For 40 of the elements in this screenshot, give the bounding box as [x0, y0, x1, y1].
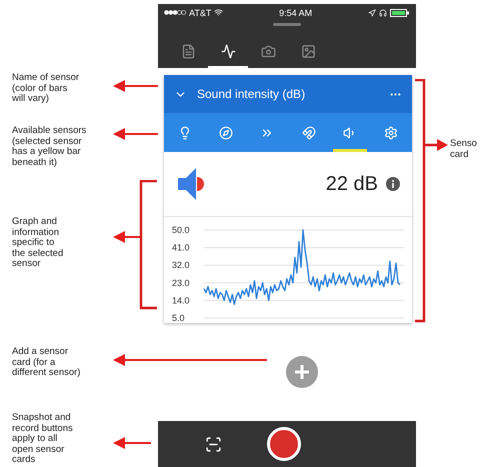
speaker-icon — [176, 167, 206, 201]
axis-label: 14.0 — [172, 295, 190, 306]
drag-handle[interactable] — [273, 23, 301, 26]
plus-icon — [294, 364, 310, 380]
headphones-icon — [379, 8, 387, 16]
scan-icon — [205, 436, 222, 452]
arrow — [113, 231, 141, 243]
notes-icon — [180, 44, 196, 58]
arrow — [113, 128, 158, 140]
settings-icon — [384, 126, 398, 140]
wave-icon — [220, 44, 236, 58]
sensor-title: Sound intensity (dB) — [197, 87, 306, 101]
annotation-text: Name of sensor (color of bars will vary) — [12, 73, 80, 105]
arrow — [113, 80, 158, 92]
carrier-name: AT&T — [189, 8, 212, 18]
axis-label: 41.0 — [172, 242, 190, 253]
camera-icon — [260, 44, 276, 58]
info-icon[interactable] — [386, 177, 400, 191]
location-icon — [368, 8, 376, 16]
annotation-text: Senso card — [450, 139, 477, 160]
battery-icon — [390, 8, 410, 16]
axis-label: 23.0 — [172, 278, 190, 288]
add-button[interactable] — [286, 356, 318, 388]
annotation-text: Snapshot and record buttons apply to all open sensor cards — [12, 413, 73, 466]
axis-label: 32.0 — [172, 260, 190, 270]
clock-time: 9:54 AM — [279, 8, 312, 18]
compass-icon — [218, 126, 233, 140]
annotation-text: Graph and information specific to the selected sensor — [12, 217, 64, 270]
annotation-text: Available sensors (selected sensor has a yellow bar beneath it) — [12, 126, 86, 168]
record-button[interactable] — [267, 427, 301, 461]
image-icon — [300, 44, 316, 58]
wifi-icon — [214, 8, 224, 17]
snapshot-button[interactable] — [205, 436, 222, 452]
magnet-icon — [302, 126, 316, 140]
arrow — [113, 437, 151, 449]
axis-label: 50.0 — [172, 225, 190, 235]
axis-label: 5.0 — [172, 313, 185, 323]
signal-icon — [164, 10, 186, 15]
annotation-text: Add a sensor card (for a different sensor) — [12, 347, 80, 379]
sound-reading: 22 dB — [326, 172, 378, 196]
